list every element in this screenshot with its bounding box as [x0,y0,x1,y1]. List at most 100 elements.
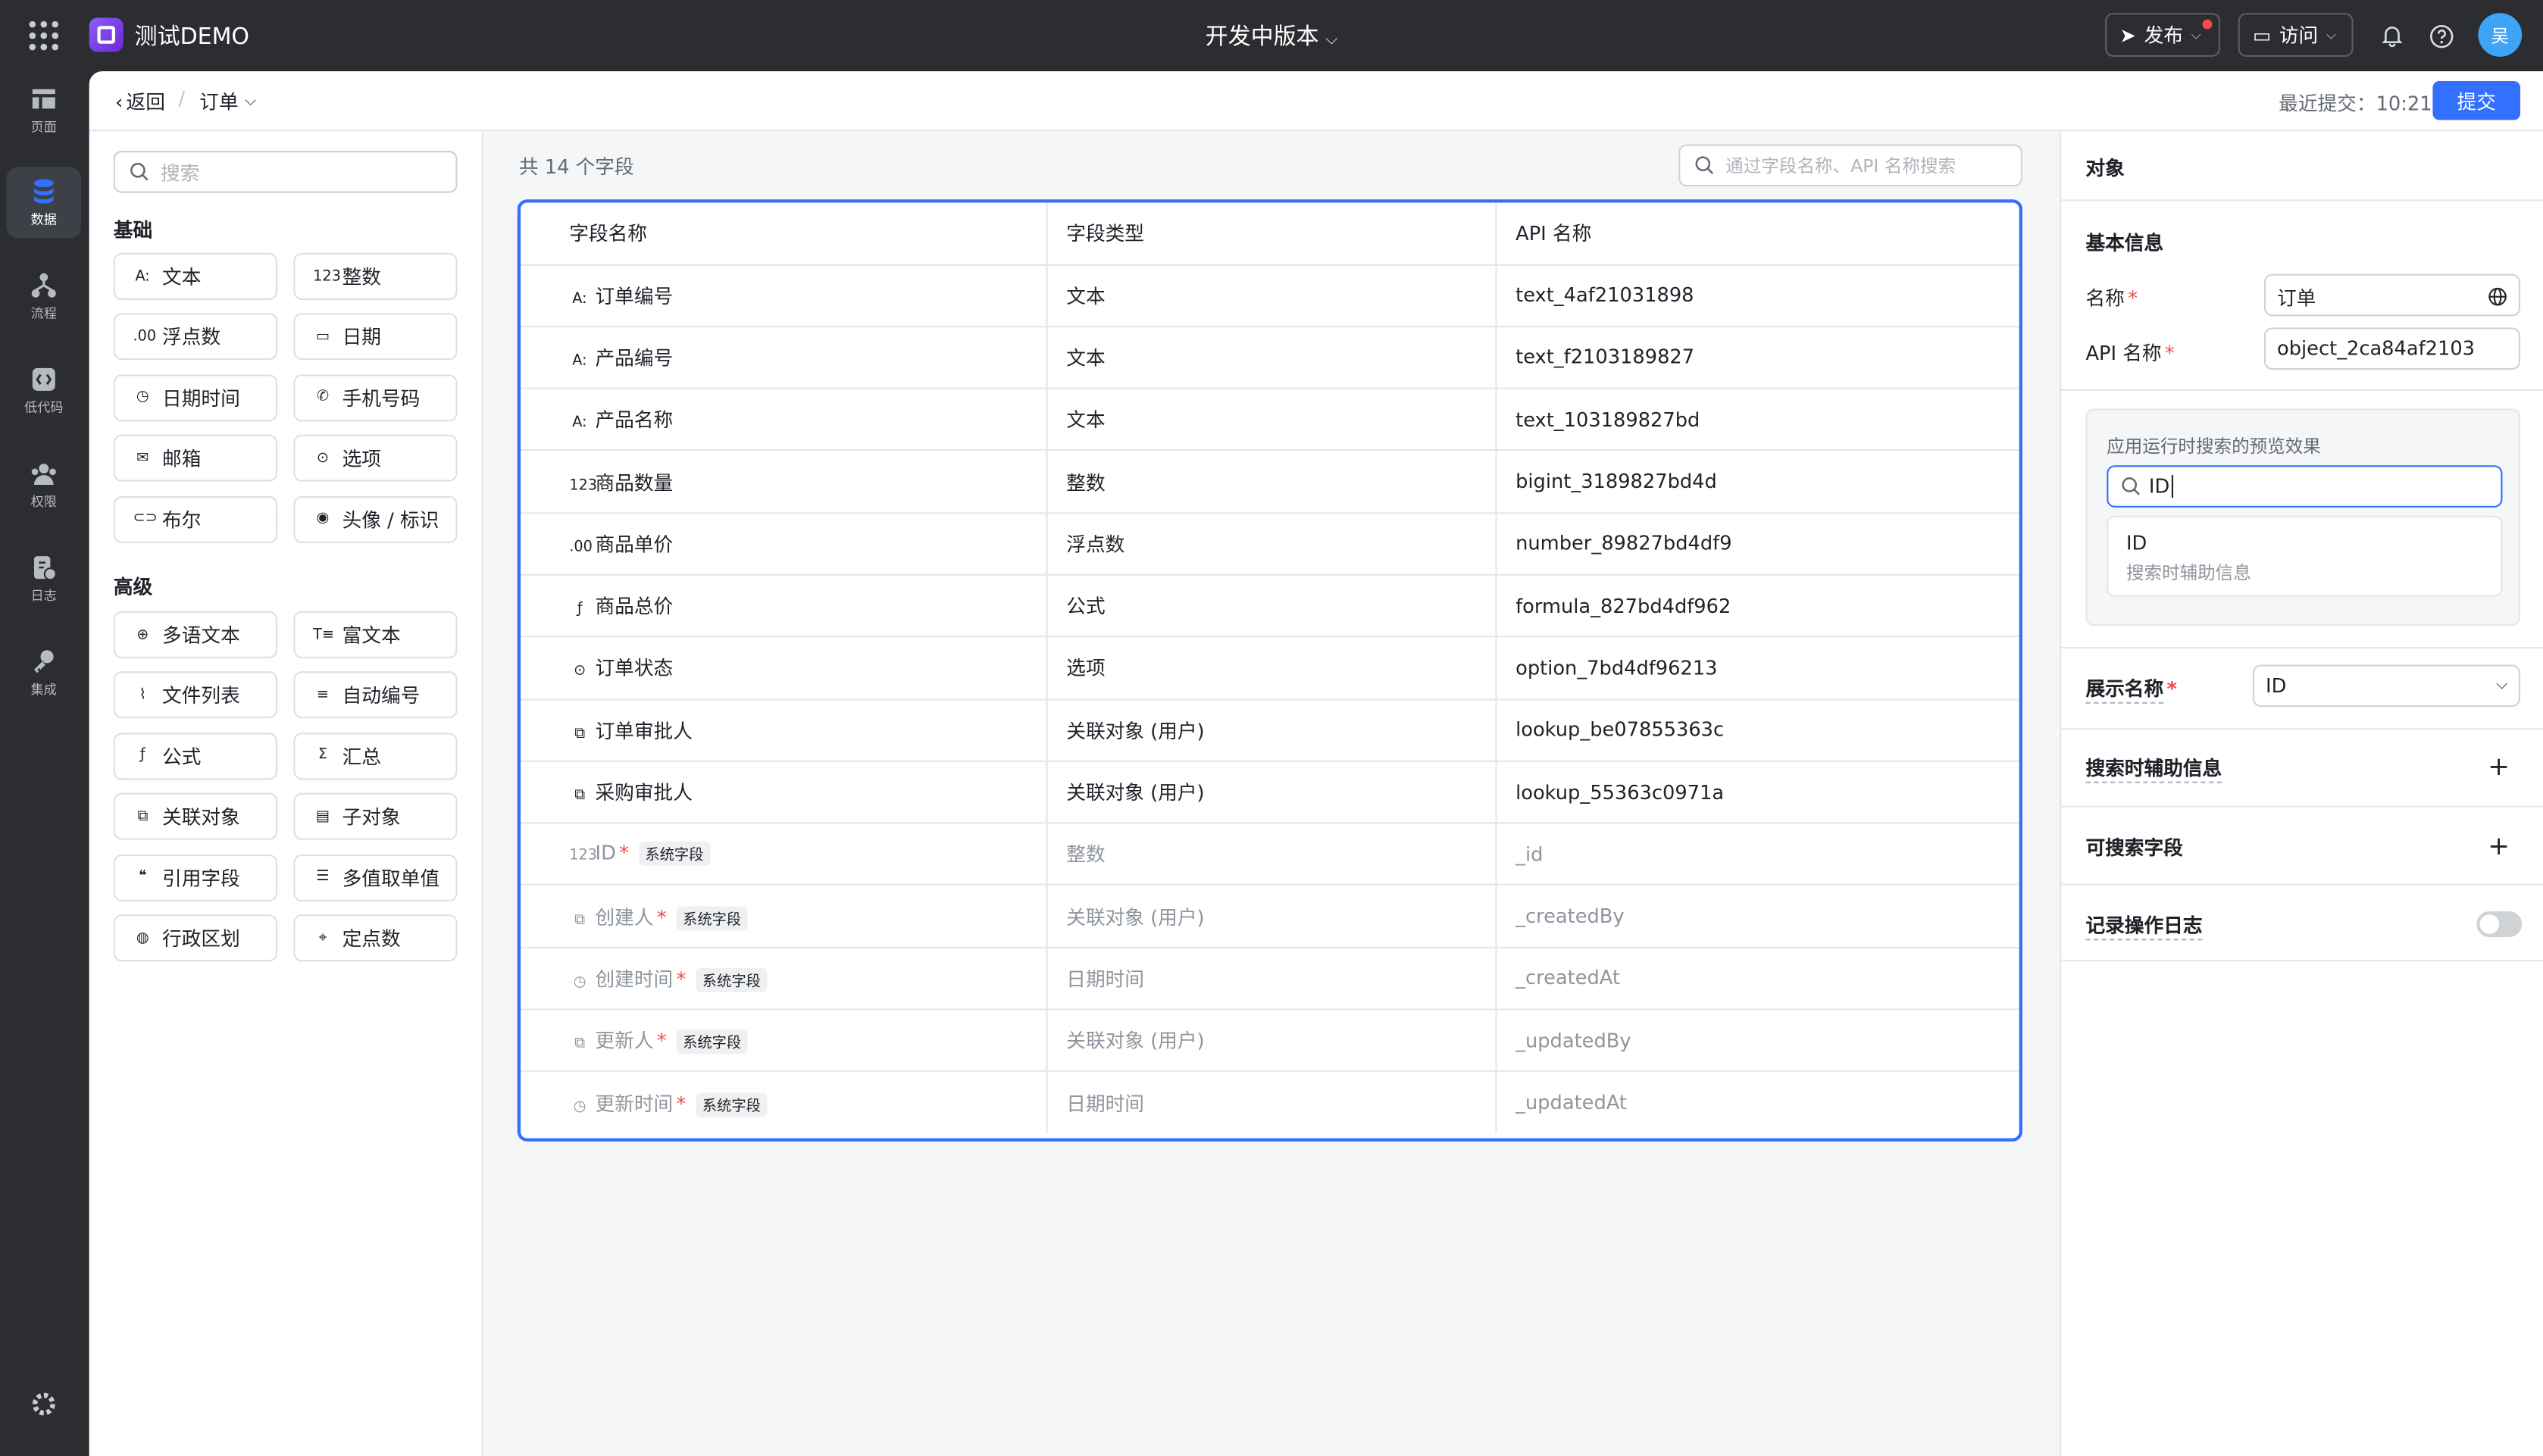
table-row[interactable]: ⧉ 创建人 * 系统字段 关联对象 (用户) _createdBy [521,885,2019,948]
nav-item-integration[interactable]: 集成 [7,637,81,708]
table-row[interactable]: ⧉ 采购审批人 关联对象 (用户) lookup_55363c0971a [521,761,2019,824]
nav-item-lowcode[interactable]: 低代码 [7,355,81,426]
field-type-tile[interactable]: ▭ 日期 [293,313,458,361]
nav-item-flow[interactable]: 流程 [7,261,81,333]
field-type-icon: ⧉ [574,726,586,742]
field-type-tile[interactable]: ☰ 多值取单值 [293,854,458,901]
field-type-tile[interactable]: ƒ 公式 [113,732,277,780]
key-icon [33,650,54,673]
field-type-tile[interactable]: ⊂⊃ 布尔 [113,495,277,543]
table-row[interactable]: 123商品数量 整数 bigint_3189827bd4d [521,450,2019,514]
preview-result-title: ID [2125,532,2147,555]
help-icon[interactable] [2426,21,2456,51]
required-marker: * [2166,677,2177,701]
field-name-cell: Aː 产品编号 [521,326,1047,389]
searchable-fields-label: 可搜索字段 [2085,833,2182,861]
nav-item-permission[interactable]: 权限 [7,449,81,520]
field-name: 创建时间 [595,967,674,991]
table-row[interactable]: Aː 订单编号 文本 text_4af21031898 [521,264,2019,327]
field-name: 商品单价 [595,533,674,556]
display-name-select[interactable]: ID ⌵ [2252,664,2521,708]
field-type-tile[interactable]: Σ 汇总 [293,732,458,780]
field-type-label: 关联对象 [162,806,240,830]
field-type-tile[interactable]: ⊙ 选项 [293,435,458,483]
submit-button[interactable]: 提交 [2432,81,2521,120]
search-icon [130,162,149,181]
field-type-tile[interactable]: ⧉ 关联对象 [113,793,277,841]
name-input[interactable]: 订单 [2263,273,2521,317]
table-row[interactable]: ◷ 更新时间 * 系统字段 日期时间 _updatedAt [521,1071,2019,1134]
preview-result-item[interactable]: ID 搜索时辅助信息 [2107,515,2503,597]
field-type-tile[interactable]: ✉ 邮箱 [113,435,277,483]
api-name-cell: _createdAt [1495,947,2019,1011]
back-button[interactable]: ‹ 返回 [115,88,165,115]
nav-item-log[interactable]: 日志 [7,543,81,614]
table-row[interactable]: 123ID * 系统字段 整数 _id [521,823,2019,886]
table-row[interactable]: ◷ 创建时间 * 系统字段 日期时间 _createdAt [521,947,2019,1011]
field-type-cell: 文本 [1046,388,1497,451]
operation-log-toggle[interactable] [2476,911,2523,938]
field-type-icon: ƒ [577,601,583,618]
field-type-tile[interactable]: ≡ 自动编号 [293,671,458,719]
table-row[interactable]: ƒ 商品总价 公式 formula_827bd4df962 [521,574,2019,638]
nav-item-page[interactable]: 页面 [7,74,81,145]
field-type-tile[interactable]: ▤ 子对象 [293,793,458,841]
basic-info-heading: 基本信息 [2085,232,2164,255]
table-row[interactable]: Aː 产品名称 文本 text_103189827bd [521,388,2019,451]
flow-icon [31,273,56,298]
field-name-cell: 123商品数量 [521,450,1047,514]
user-avatar[interactable]: 吴 [2478,13,2523,57]
table-row[interactable]: ⧉ 更新人 * 系统字段 关联对象 (用户) _updatedBy [521,1009,2019,1073]
advanced-section-title: 高级 [113,575,153,598]
api-name-cell: bigint_3189827bd4d [1495,450,2019,514]
field-type-tile[interactable]: ◉ 头像 / 标识 [293,495,458,543]
field-type-label: 多值取单值 [342,867,440,890]
field-type-tile[interactable]: 123 整数 [293,252,458,300]
nav-label: 权限 [30,494,57,510]
breadcrumb-label: 订单 [199,90,239,114]
publish-button[interactable]: ➤ 发布 ⌵ [2105,13,2221,57]
object-settings-panel: 对象 基本信息 名称 * 订单 API 名称 * object_2ca84af210… [2060,131,2543,1456]
settings-gear-icon[interactable] [30,1389,59,1419]
table-row[interactable]: .00 商品单价 浮点数 number_89827bd4df9 [521,512,2019,576]
breadcrumb-object-selector[interactable]: 订单 ⌵ [199,88,256,115]
field-type-tile[interactable]: ✆ 手机号码 [293,373,458,422]
field-type-icon: ◷ [573,1098,586,1115]
nav-label: 流程 [30,306,57,321]
field-type-tile[interactable]: ❝ 引用字段 [113,854,277,901]
required-marker: * [2128,286,2138,310]
field-type-tile[interactable]: Aː 文本 [113,252,277,300]
table-row[interactable]: Aː 产品编号 文本 text_f2103189827 [521,326,2019,389]
field-type-label: 日期 [342,327,382,350]
field-name-cell: Aː 订单编号 [521,264,1047,327]
add-searchable-field-plus-icon[interactable]: + [2488,833,2510,859]
required-marker: * [656,905,667,929]
api-name-input[interactable]: object_2ca84af2103 [2263,327,2521,370]
nav-label: 集成 [30,683,57,698]
field-type-tile[interactable]: .00 浮点数 [113,313,277,361]
bell-icon[interactable] [2378,21,2407,51]
field-type-tile[interactable]: ◍ 行政区划 [113,914,277,962]
field-type-tile[interactable]: T≡ 富文本 [293,611,458,658]
field-type-tile[interactable]: ⌇ 文件列表 [113,671,277,719]
nav-item-data[interactable]: 数据 [6,167,82,239]
globe-icon[interactable] [2488,287,2507,307]
field-type-tile[interactable]: ⊕ 多语文本 [113,611,277,658]
field-name: 创建人 [595,905,654,929]
visit-button[interactable]: ▭ 访问 ⌵ [2238,13,2354,57]
field-type-tile[interactable]: ⌖ 定点数 [293,914,458,962]
page-icon [32,89,55,109]
field-type-tile[interactable]: ◷ 日期时间 [113,373,277,422]
field-search-input[interactable]: 通过字段名称、API 名称搜索 [1678,144,2022,187]
divider [2061,646,2543,649]
add-search-aux-plus-icon[interactable]: + [2488,753,2510,780]
divider [2061,883,2543,886]
table-row[interactable]: ⊙ 订单状态 选项 option_7bd4df96213 [521,636,2019,700]
search-placeholder: 搜索 [160,161,200,184]
field-name: 订单审批人 [595,719,693,742]
field-name: 订单编号 [595,284,674,308]
preview-search-input[interactable]: ID [2107,465,2503,508]
palette-search-input[interactable]: 搜索 [113,151,458,193]
table-row[interactable]: ⧉ 订单审批人 关联对象 (用户) lookup_be07855363c [521,698,2019,762]
field-type-label: 文件列表 [162,685,240,708]
